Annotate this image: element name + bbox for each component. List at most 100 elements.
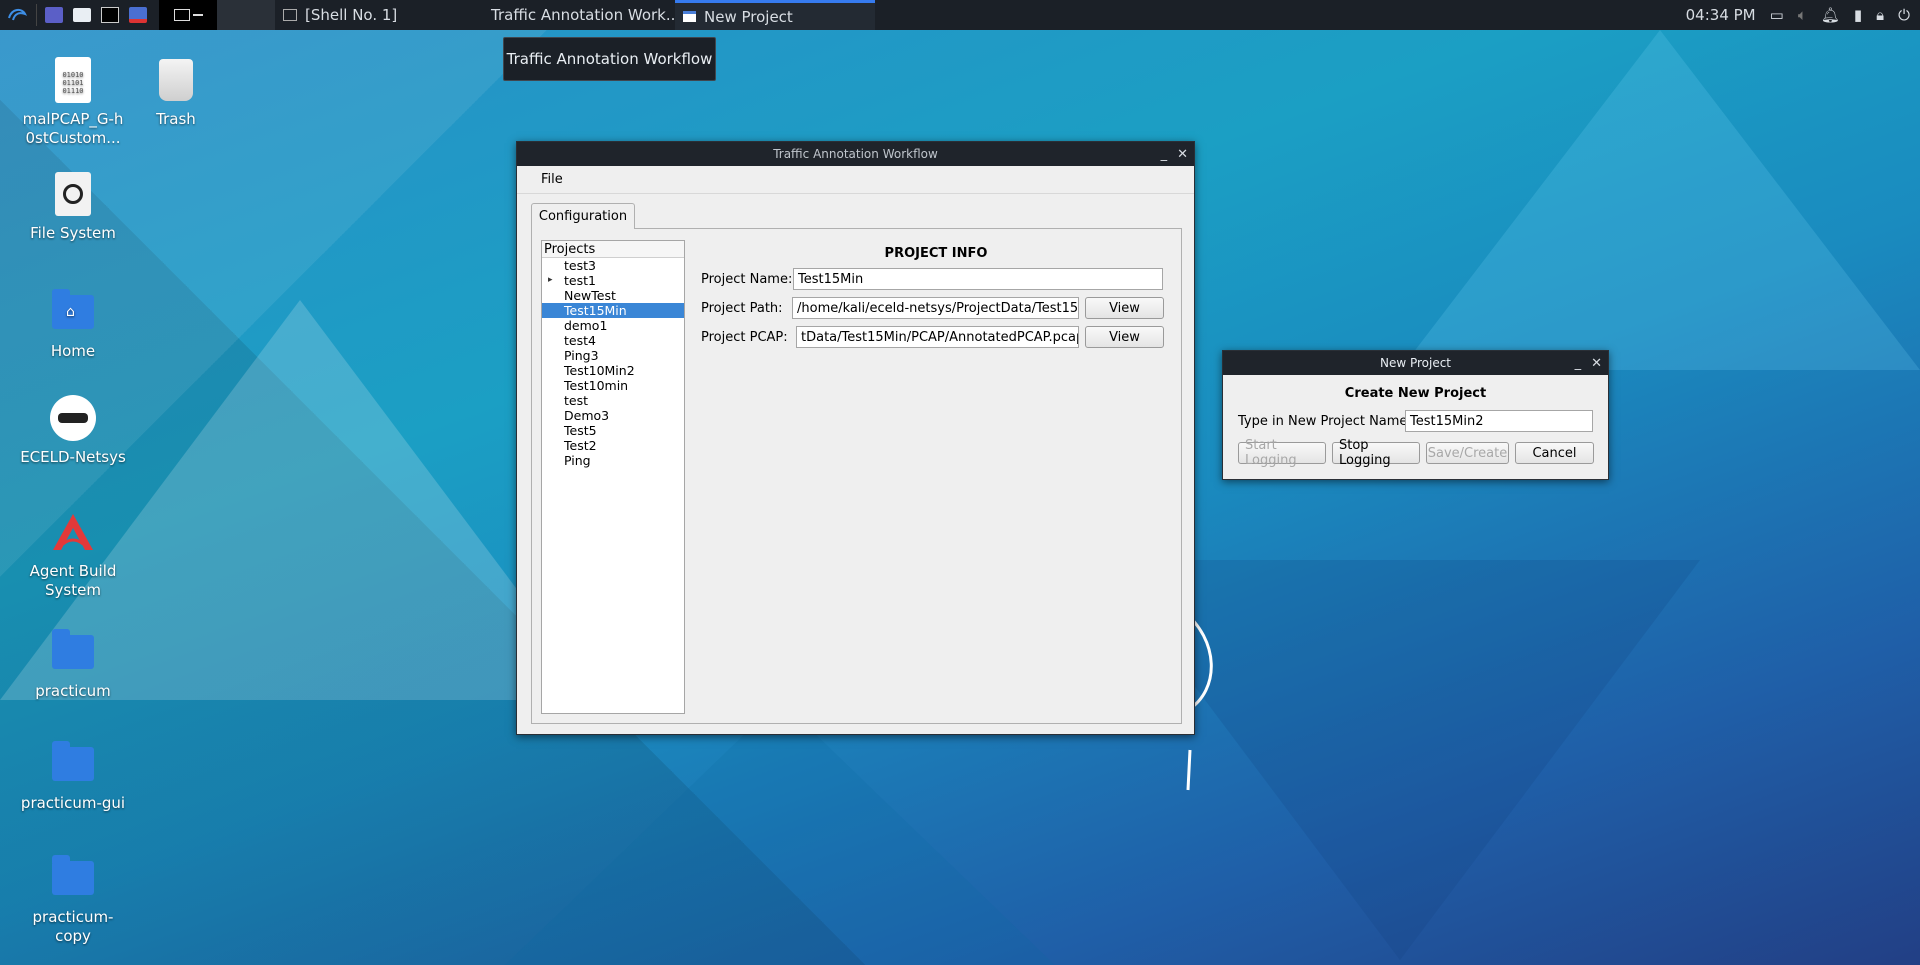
- desktop-icon-practicum-copy[interactable]: practicum-copy: [18, 854, 128, 946]
- taskbar-tooltip: Traffic Annotation Workflow: [503, 37, 716, 81]
- window-title: Traffic Annotation Workflow: [773, 147, 938, 161]
- project-list-item[interactable]: Demo3: [542, 408, 684, 423]
- project-list-item-label: Test10Min2: [564, 363, 635, 378]
- bg-shape: [1400, 30, 1920, 370]
- window-titlebar[interactable]: Traffic Annotation Workflow _ ✕: [517, 142, 1194, 166]
- dialog-titlebar[interactable]: New Project _ ✕: [1223, 351, 1608, 375]
- menubar: File: [517, 166, 1194, 194]
- desktop-icon-home[interactable]: ⌂ Home: [18, 288, 128, 361]
- project-list-item-label: Test15Min: [564, 303, 627, 318]
- task-label: Traffic Annotation Work...: [491, 6, 681, 24]
- desktop-icon-trash[interactable]: Trash: [121, 56, 231, 129]
- desktop-icon-label: Home: [50, 342, 96, 360]
- project-list-item-label: Test10min: [564, 378, 629, 393]
- project-list-item[interactable]: Test10Min2: [542, 363, 684, 378]
- view-pcap-button[interactable]: View: [1085, 326, 1164, 348]
- projects-header[interactable]: Projects: [542, 241, 684, 258]
- desktop-icon-label: practicum-copy: [32, 908, 114, 945]
- browser-icon[interactable]: [127, 4, 149, 26]
- project-path-label: Project Path:: [701, 301, 783, 316]
- projects-tree[interactable]: Projects test3 ▸ test1 NewTest Test15Min demo…: [541, 240, 685, 714]
- tab-configuration[interactable]: Configuration: [531, 203, 635, 229]
- terminal-icon: [283, 9, 297, 21]
- agent-build-icon: [49, 508, 97, 556]
- project-list-item[interactable]: ▸ test1: [542, 273, 684, 288]
- task-traffic-annotation[interactable]: Traffic Annotation Work...: [475, 0, 680, 30]
- new-project-name-input[interactable]: Test15Min2: [1405, 410, 1593, 432]
- project-path-field[interactable]: /home/kali/eceld-netsys/ProjectData/Test…: [792, 297, 1079, 319]
- task-shell[interactable]: [Shell No. 1]: [275, 0, 475, 30]
- project-list-item[interactable]: Test15Min: [542, 303, 684, 318]
- desktop-icon-practicum-gui[interactable]: practicum-gui: [18, 740, 128, 813]
- window-icon: [683, 11, 696, 22]
- binary-file-icon: 01010 01101 01110: [49, 56, 97, 104]
- view-path-button[interactable]: View: [1085, 297, 1164, 319]
- desktop-icon-label: File System: [30, 224, 116, 242]
- project-list-item[interactable]: test: [542, 393, 684, 408]
- bg-shape: [500, 700, 1060, 965]
- expand-arrow-icon[interactable]: ▸: [548, 273, 553, 288]
- desktop-icon-label: Trash: [156, 110, 196, 128]
- home-folder-icon: ⌂: [49, 288, 97, 336]
- stop-logging-button[interactable]: Stop Logging: [1332, 438, 1420, 468]
- project-list-item[interactable]: Ping3: [542, 348, 684, 363]
- project-list-item[interactable]: Test5: [542, 423, 684, 438]
- trash-icon: [152, 56, 200, 104]
- project-list-item[interactable]: Test10min: [542, 378, 684, 393]
- project-list-item[interactable]: NewTest: [542, 288, 684, 303]
- system-tray: 04:34 PM ▭ 🔈︎ 🔔︎ ▮ 🔒︎ ⏻: [1686, 0, 1920, 30]
- battery-icon[interactable]: ▮: [1854, 6, 1862, 24]
- tab-label: Configuration: [538, 209, 628, 224]
- cancel-button[interactable]: Cancel: [1515, 442, 1594, 464]
- project-list-item[interactable]: Ping: [542, 453, 684, 468]
- close-icon[interactable]: ✕: [1591, 356, 1602, 371]
- minimize-icon[interactable]: _: [1161, 147, 1168, 162]
- project-name-field[interactable]: Test15Min: [793, 268, 1163, 290]
- desktop-icon-malpcap[interactable]: 01010 01101 01110 malPCAP_G-h0stCustom...: [18, 56, 128, 148]
- workspace-1[interactable]: [159, 0, 217, 30]
- project-list-item-label: test3: [564, 258, 596, 273]
- clock[interactable]: 04:34 PM: [1686, 6, 1756, 24]
- traffic-annotation-window: Traffic Annotation Workflow _ ✕ File Con…: [516, 141, 1195, 735]
- lock-icon[interactable]: 🔒︎: [1876, 6, 1884, 24]
- desktop-icon-eceld[interactable]: ECELD-Netsys: [18, 394, 128, 467]
- project-list-item-label: test: [564, 393, 589, 408]
- workspace-2[interactable]: [217, 0, 275, 30]
- folder-icon: [49, 740, 97, 788]
- minimize-icon[interactable]: _: [1575, 356, 1582, 371]
- task-label: [Shell No. 1]: [305, 6, 398, 24]
- dialog-title: New Project: [1379, 356, 1452, 370]
- project-list-item[interactable]: Test2: [542, 438, 684, 453]
- file-manager-icon[interactable]: [71, 4, 93, 26]
- task-label: New Project: [704, 7, 793, 26]
- terminal-icon[interactable]: [99, 4, 121, 26]
- start-logging-button[interactable]: Start Logging: [1238, 438, 1326, 468]
- project-list-item-label: Demo3: [564, 408, 610, 423]
- desktop-icon-practicum[interactable]: practicum: [18, 628, 128, 701]
- tab-panel: Projects test3 ▸ test1 NewTest Test15Min demo…: [531, 228, 1182, 724]
- show-desktop-icon[interactable]: [43, 4, 65, 26]
- desktop-icon-agent-build[interactable]: Agent Build System: [18, 508, 128, 600]
- project-pcap-field[interactable]: tData/Test15Min/PCAP/AnnotatedPCAP.pcapn…: [796, 326, 1079, 348]
- project-list-item[interactable]: demo1: [542, 318, 684, 333]
- desktop-icon-filesystem[interactable]: File System: [18, 170, 128, 243]
- project-name-label: Project Name:: [701, 272, 793, 287]
- incognito-icon: [49, 394, 97, 442]
- power-icon[interactable]: ⏻: [1898, 6, 1910, 24]
- project-pcap-label: Project PCAP:: [701, 330, 788, 345]
- display-icon[interactable]: ▭: [1770, 6, 1784, 24]
- project-list-item[interactable]: test4: [542, 333, 684, 348]
- save-create-button[interactable]: Save/Create: [1426, 442, 1509, 464]
- desktop-icon-label: practicum: [35, 682, 111, 700]
- taskbar: [Shell No. 1] Traffic Annotation Work...…: [0, 0, 1920, 30]
- volume-icon[interactable]: 🔈︎: [1798, 6, 1807, 24]
- notification-bell-icon[interactable]: 🔔︎: [1821, 6, 1840, 24]
- close-icon[interactable]: ✕: [1177, 147, 1188, 162]
- dialog-heading: Create New Project: [1344, 386, 1487, 401]
- project-list: test3 ▸ test1 NewTest Test15Min demo1 test4 Pin…: [542, 258, 684, 468]
- kali-menu-icon[interactable]: [6, 4, 28, 26]
- project-list-item[interactable]: test3: [542, 258, 684, 273]
- task-new-project[interactable]: New Project: [675, 0, 875, 30]
- new-project-name-label: Type in New Project Name:: [1238, 414, 1412, 429]
- menu-file[interactable]: File: [541, 172, 563, 187]
